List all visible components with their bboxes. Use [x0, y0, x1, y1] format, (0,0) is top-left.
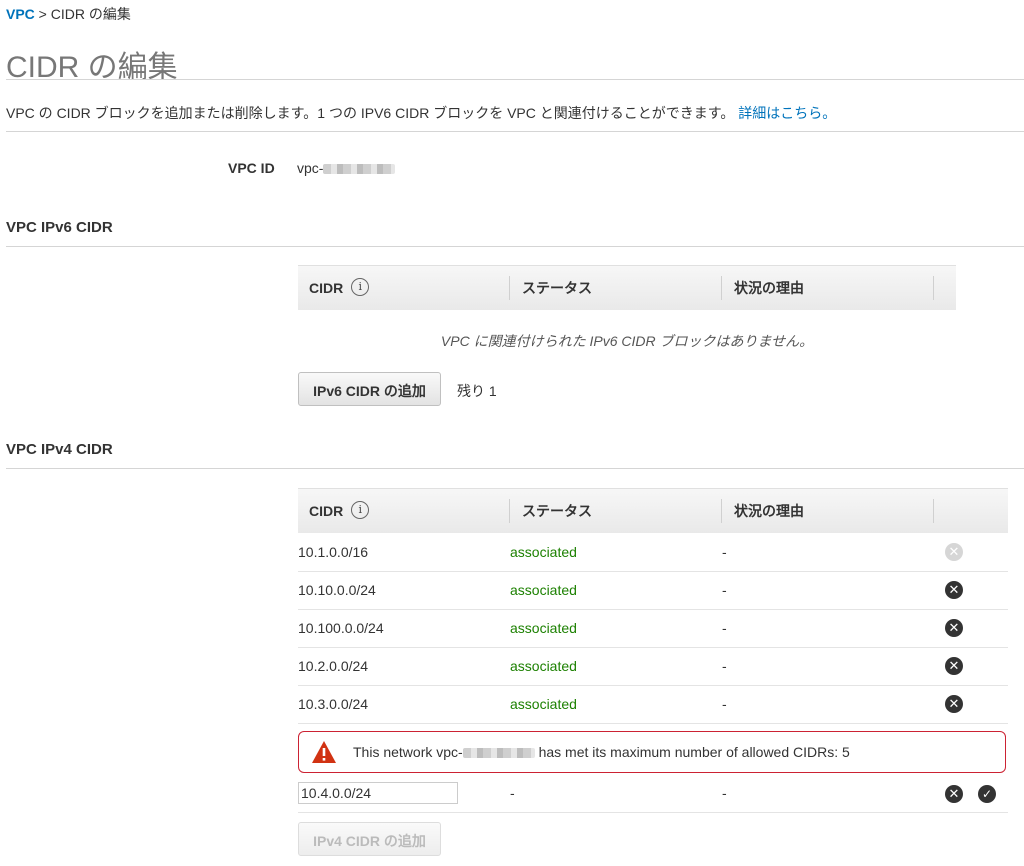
cidr-cell: 10.2.0.0/24	[298, 658, 369, 674]
cidr-cell: 10.1.0.0/16	[298, 544, 369, 560]
max-cidr-alert: This network vpc- has met its maximum nu…	[298, 731, 1006, 773]
ipv6-remaining-count: 残り 1	[457, 383, 497, 399]
reason-cell: -	[722, 582, 727, 598]
cidr-cell: 10.3.0.0/24	[298, 696, 369, 712]
ipv6-empty-message: VPC に関連付けられた IPv6 CIDR ブロックはありません。	[440, 333, 814, 349]
column-label: CIDR	[309, 280, 344, 296]
cidr-cell: 10.100.0.0/24	[298, 620, 384, 636]
reason-cell: -	[722, 544, 727, 560]
vpc-id-value: vpc-	[297, 160, 396, 176]
vpc-id-prefix: vpc-	[297, 160, 324, 176]
column-separator	[721, 499, 722, 523]
status-cell: associated	[510, 582, 577, 598]
remove-circle-icon: ✕	[945, 543, 963, 561]
reason-cell: -	[722, 620, 727, 636]
ipv6-table-header: CIDR i ステータス 状況の理由	[298, 265, 956, 310]
new-row-reason: -	[722, 785, 727, 801]
column-header-cidr[interactable]: CIDR i	[309, 266, 370, 310]
new-cidr-input[interactable]	[298, 782, 458, 804]
divider	[6, 131, 1024, 132]
column-separator	[509, 276, 510, 300]
info-icon[interactable]: i	[351, 278, 370, 297]
column-header-reason[interactable]: 状況の理由	[734, 489, 804, 533]
redacted-vpc-id	[462, 748, 535, 759]
remove-circle-icon[interactable]: ✕	[945, 581, 963, 599]
reason-cell: -	[722, 658, 727, 674]
add-ipv6-cidr-button[interactable]: IPv6 CIDR の追加	[298, 372, 441, 406]
table-row: 10.2.0.0/24 associated - ✕	[298, 647, 1008, 686]
alert-text-after: has met its maximum number of allowed CI…	[534, 744, 850, 760]
breadcrumb: VPC > CIDR の編集	[6, 4, 131, 24]
ipv4-section-title: VPC IPv4 CIDR	[6, 441, 113, 458]
table-row: 10.100.0.0/24 associated - ✕	[298, 609, 1008, 648]
reason-cell: -	[722, 696, 727, 712]
breadcrumb-current: CIDR の編集	[50, 6, 131, 22]
learn-more-link[interactable]: 詳細はこちら。	[738, 105, 836, 121]
check-circle-icon[interactable]: ✓	[978, 785, 996, 803]
column-header-reason[interactable]: 状況の理由	[734, 266, 804, 310]
remove-circle-icon[interactable]: ✕	[945, 785, 963, 803]
column-separator	[721, 276, 722, 300]
cidr-cell: 10.10.0.0/24	[298, 582, 376, 598]
redacted-vpc-id	[323, 164, 396, 175]
ipv6-section-title: VPC IPv6 CIDR	[6, 219, 113, 236]
info-icon[interactable]: i	[351, 501, 370, 520]
table-row: 10.10.0.0/24 associated - ✕	[298, 571, 1008, 610]
status-cell: associated	[510, 544, 577, 560]
alert-text-before: This network vpc-	[353, 744, 463, 760]
column-header-cidr[interactable]: CIDR i	[309, 489, 370, 533]
status-cell: associated	[510, 620, 577, 636]
column-header-status[interactable]: ステータス	[522, 489, 592, 533]
remove-circle-icon[interactable]: ✕	[945, 619, 963, 637]
new-row-status: -	[510, 785, 515, 801]
page-description: VPC の CIDR ブロックを追加または削除します。1 つの IPV6 CID…	[6, 103, 836, 123]
description-text: VPC の CIDR ブロックを追加または削除します。1 つの IPV6 CID…	[6, 105, 735, 121]
table-row: 10.1.0.0/16 associated - ✕	[298, 533, 1008, 572]
vpc-id-label: VPC ID	[228, 160, 275, 176]
add-ipv4-cidr-button[interactable]: IPv4 CIDR の追加	[298, 822, 441, 856]
column-separator	[933, 499, 934, 523]
warning-triangle-icon	[312, 741, 336, 763]
breadcrumb-separator: >	[34, 6, 51, 22]
column-separator	[509, 499, 510, 523]
remove-circle-icon[interactable]: ✕	[945, 695, 963, 713]
remove-circle-icon[interactable]: ✕	[945, 657, 963, 675]
breadcrumb-vpc-link[interactable]: VPC	[6, 6, 35, 22]
divider	[6, 468, 1024, 469]
column-header-status[interactable]: ステータス	[522, 266, 592, 310]
divider	[6, 246, 1024, 247]
column-separator	[933, 276, 934, 300]
alert-message: This network vpc- has met its maximum nu…	[353, 732, 850, 772]
status-cell: associated	[510, 658, 577, 674]
column-label: CIDR	[309, 503, 344, 519]
divider	[298, 812, 1008, 813]
ipv4-table-header: CIDR i ステータス 状況の理由	[298, 488, 1008, 533]
table-row: 10.3.0.0/24 associated - ✕	[298, 685, 1008, 724]
status-cell: associated	[510, 696, 577, 712]
divider	[6, 79, 1024, 80]
